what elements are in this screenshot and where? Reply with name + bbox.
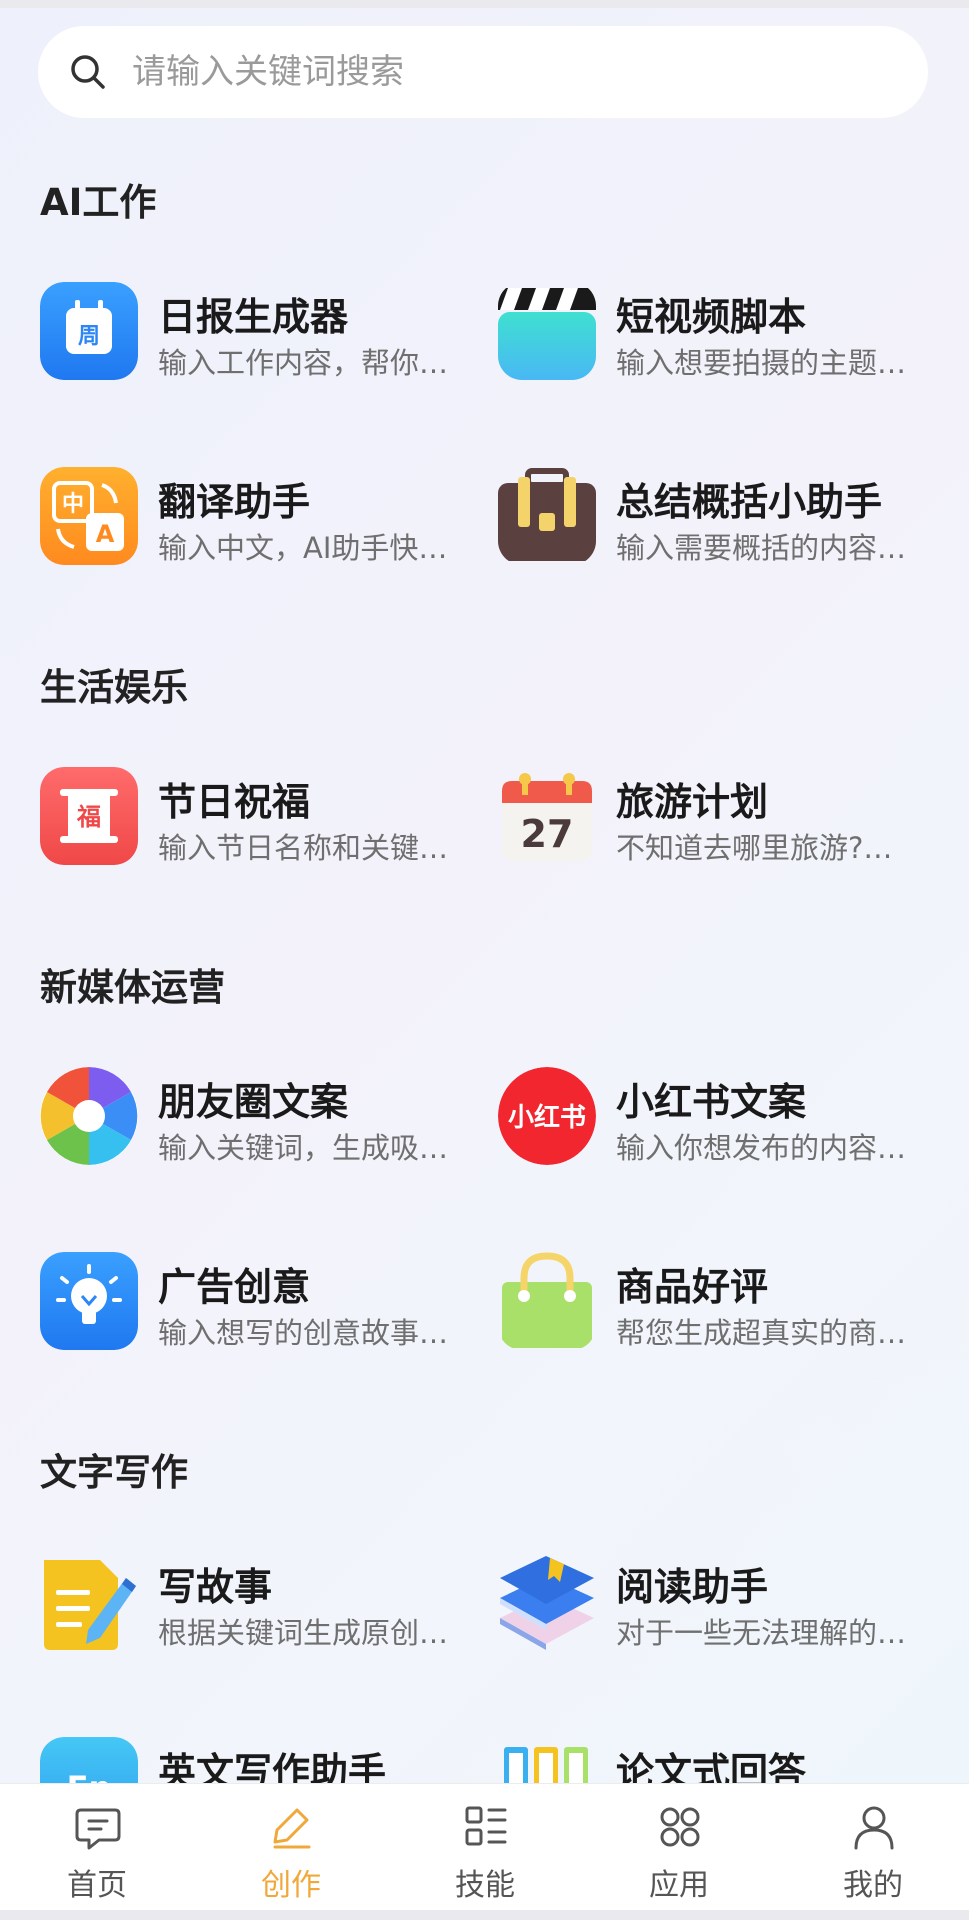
tab-skills[interactable]: 技能 (388, 1784, 582, 1921)
bottom-tab-bar: 首页 创作 技能 应用 我的 (0, 1783, 969, 1921)
tool-name: 广告创意 (158, 1265, 311, 1309)
tool-name: 阅读助手 (616, 1565, 769, 1609)
user-icon (854, 1806, 894, 1850)
tool-name: 论文式回答 (616, 1750, 807, 1783)
tool-name: 日报生成器 (158, 295, 349, 339)
tab-label: 应用 (649, 1868, 709, 1903)
svg-text:福: 福 (76, 803, 101, 831)
apps-icon (660, 1807, 700, 1847)
tool-translate[interactable]: 中 A 翻译助手 输入中文，AI助手快… (40, 467, 480, 577)
chat-bubble-icon (75, 1808, 121, 1850)
tool-desc: 输入关键词，生成吸… (158, 1131, 449, 1165)
tool-desc: 输入你想发布的内容… (616, 1131, 907, 1165)
aperture-icon (40, 1067, 138, 1165)
shopping-bag-icon (498, 1252, 596, 1350)
lightbulb-icon (40, 1252, 138, 1350)
tool-desc: 帮您生成超真实的商… (616, 1316, 907, 1350)
search-input[interactable] (130, 51, 894, 93)
tool-holiday-greetings[interactable]: 福 节日祝福 输入节日名称和关键… (40, 767, 480, 877)
svg-text:小红书: 小红书 (508, 1102, 586, 1133)
tab-create[interactable]: 创作 (194, 1784, 388, 1921)
tab-profile[interactable]: 我的 (776, 1784, 969, 1921)
status-strip (0, 0, 969, 8)
tool-name: 英文写作助手 (158, 1750, 387, 1783)
tool-name: 旅游计划 (616, 780, 769, 824)
tool-name: 商品好评 (616, 1265, 769, 1309)
tool-travel-plan[interactable]: 27 旅游计划 不知道去哪里旅游?… (498, 767, 938, 877)
tool-desc: 输入想要拍摄的主题… (616, 346, 907, 380)
tool-name: 节日祝福 (158, 780, 311, 824)
briefcase-icon (498, 467, 596, 565)
tool-desc: 输入工作内容，帮你… (158, 346, 449, 380)
tool-reading-assistant[interactable]: 阅读助手 对于一些无法理解的… (498, 1552, 938, 1662)
tool-name: 总结概括小助手 (616, 480, 883, 524)
tool-product-review[interactable]: 商品好评 帮您生成超真实的商… (498, 1252, 938, 1362)
tool-ad-creative[interactable]: 广告创意 输入想写的创意故事… (40, 1252, 480, 1362)
list-grid-icon (465, 1806, 507, 1846)
tab-label: 技能 (455, 1868, 515, 1903)
tool-desc: 不知道去哪里旅游?… (616, 831, 893, 865)
tab-label: 我的 (843, 1868, 903, 1903)
tool-desc: 根据关键词生成原创… (158, 1616, 449, 1650)
tool-desc: 输入需要概括的内容… (616, 531, 907, 565)
search-bar[interactable] (38, 26, 928, 118)
pencil-icon (273, 1808, 311, 1849)
tool-write-story[interactable]: 写故事 根据关键词生成原创… (40, 1552, 480, 1662)
tool-name: 短视频脚本 (616, 295, 807, 339)
fu-scroll-icon: 福 (40, 767, 138, 865)
binders-icon (498, 1737, 596, 1783)
tool-moments-copy[interactable]: 朋友圈文案 输入关键词，生成吸… (40, 1067, 480, 1177)
svg-text:27: 27 (521, 812, 574, 856)
tool-desc: 输入中文，AI助手快… (158, 531, 448, 565)
svg-text:En: En (67, 1769, 112, 1783)
section-title-life: 生活娱乐 (40, 666, 188, 709)
tool-xiaohongshu-copy[interactable]: 小红书 小红书文案 输入你想发布的内容… (498, 1067, 938, 1177)
section-title-writing: 文字写作 (40, 1451, 188, 1494)
translate-icon: 中 A (40, 467, 138, 565)
tool-name: 小红书文案 (616, 1080, 807, 1124)
tool-desc: 对于一些无法理解的… (616, 1616, 907, 1650)
tool-short-video-script[interactable]: 短视频脚本 输入想要拍摄的主题… (498, 282, 938, 392)
svg-text:周: 周 (78, 324, 100, 349)
books-icon (498, 1552, 596, 1650)
home-indicator-strip (0, 1910, 969, 1920)
search-icon (71, 55, 105, 89)
svg-text:中: 中 (62, 492, 84, 517)
tool-desc: 输入想写的创意故事… (158, 1316, 449, 1350)
tool-name: 写故事 (158, 1565, 273, 1609)
tab-apps[interactable]: 应用 (582, 1784, 776, 1921)
tool-daily-report[interactable]: 周 日报生成器 输入工作内容，帮你… (40, 282, 480, 392)
clapperboard-icon (498, 282, 596, 380)
tool-name: 翻译助手 (158, 480, 311, 524)
tool-list: AI工作 周 日报生成器 输入工作内容，帮你… 短视频脚本 输入想要拍摄的主题…… (0, 120, 969, 1783)
xiaohongshu-icon: 小红书 (498, 1067, 596, 1165)
tool-essay-answer[interactable]: 论文式回答 (498, 1737, 938, 1783)
tool-name: 朋友圈文案 (158, 1080, 349, 1124)
tool-summary-assistant[interactable]: 总结概括小助手 输入需要概括的内容… (498, 467, 938, 577)
calendar-week-icon: 周 (40, 282, 138, 380)
tab-label: 创作 (261, 1868, 321, 1903)
section-title-ai-work: AI工作 (40, 181, 157, 224)
notepad-pencil-icon (40, 1552, 138, 1650)
tab-label: 首页 (67, 1868, 127, 1903)
english-icon: En (40, 1737, 138, 1783)
svg-text:A: A (96, 520, 115, 548)
tab-home[interactable]: 首页 (0, 1784, 194, 1921)
tool-desc: 输入节日名称和关键… (158, 831, 449, 865)
calendar-day-icon: 27 (498, 767, 596, 865)
tool-english-writing[interactable]: En 英文写作助手 (40, 1737, 480, 1783)
section-title-new-media: 新媒体运营 (40, 966, 225, 1009)
